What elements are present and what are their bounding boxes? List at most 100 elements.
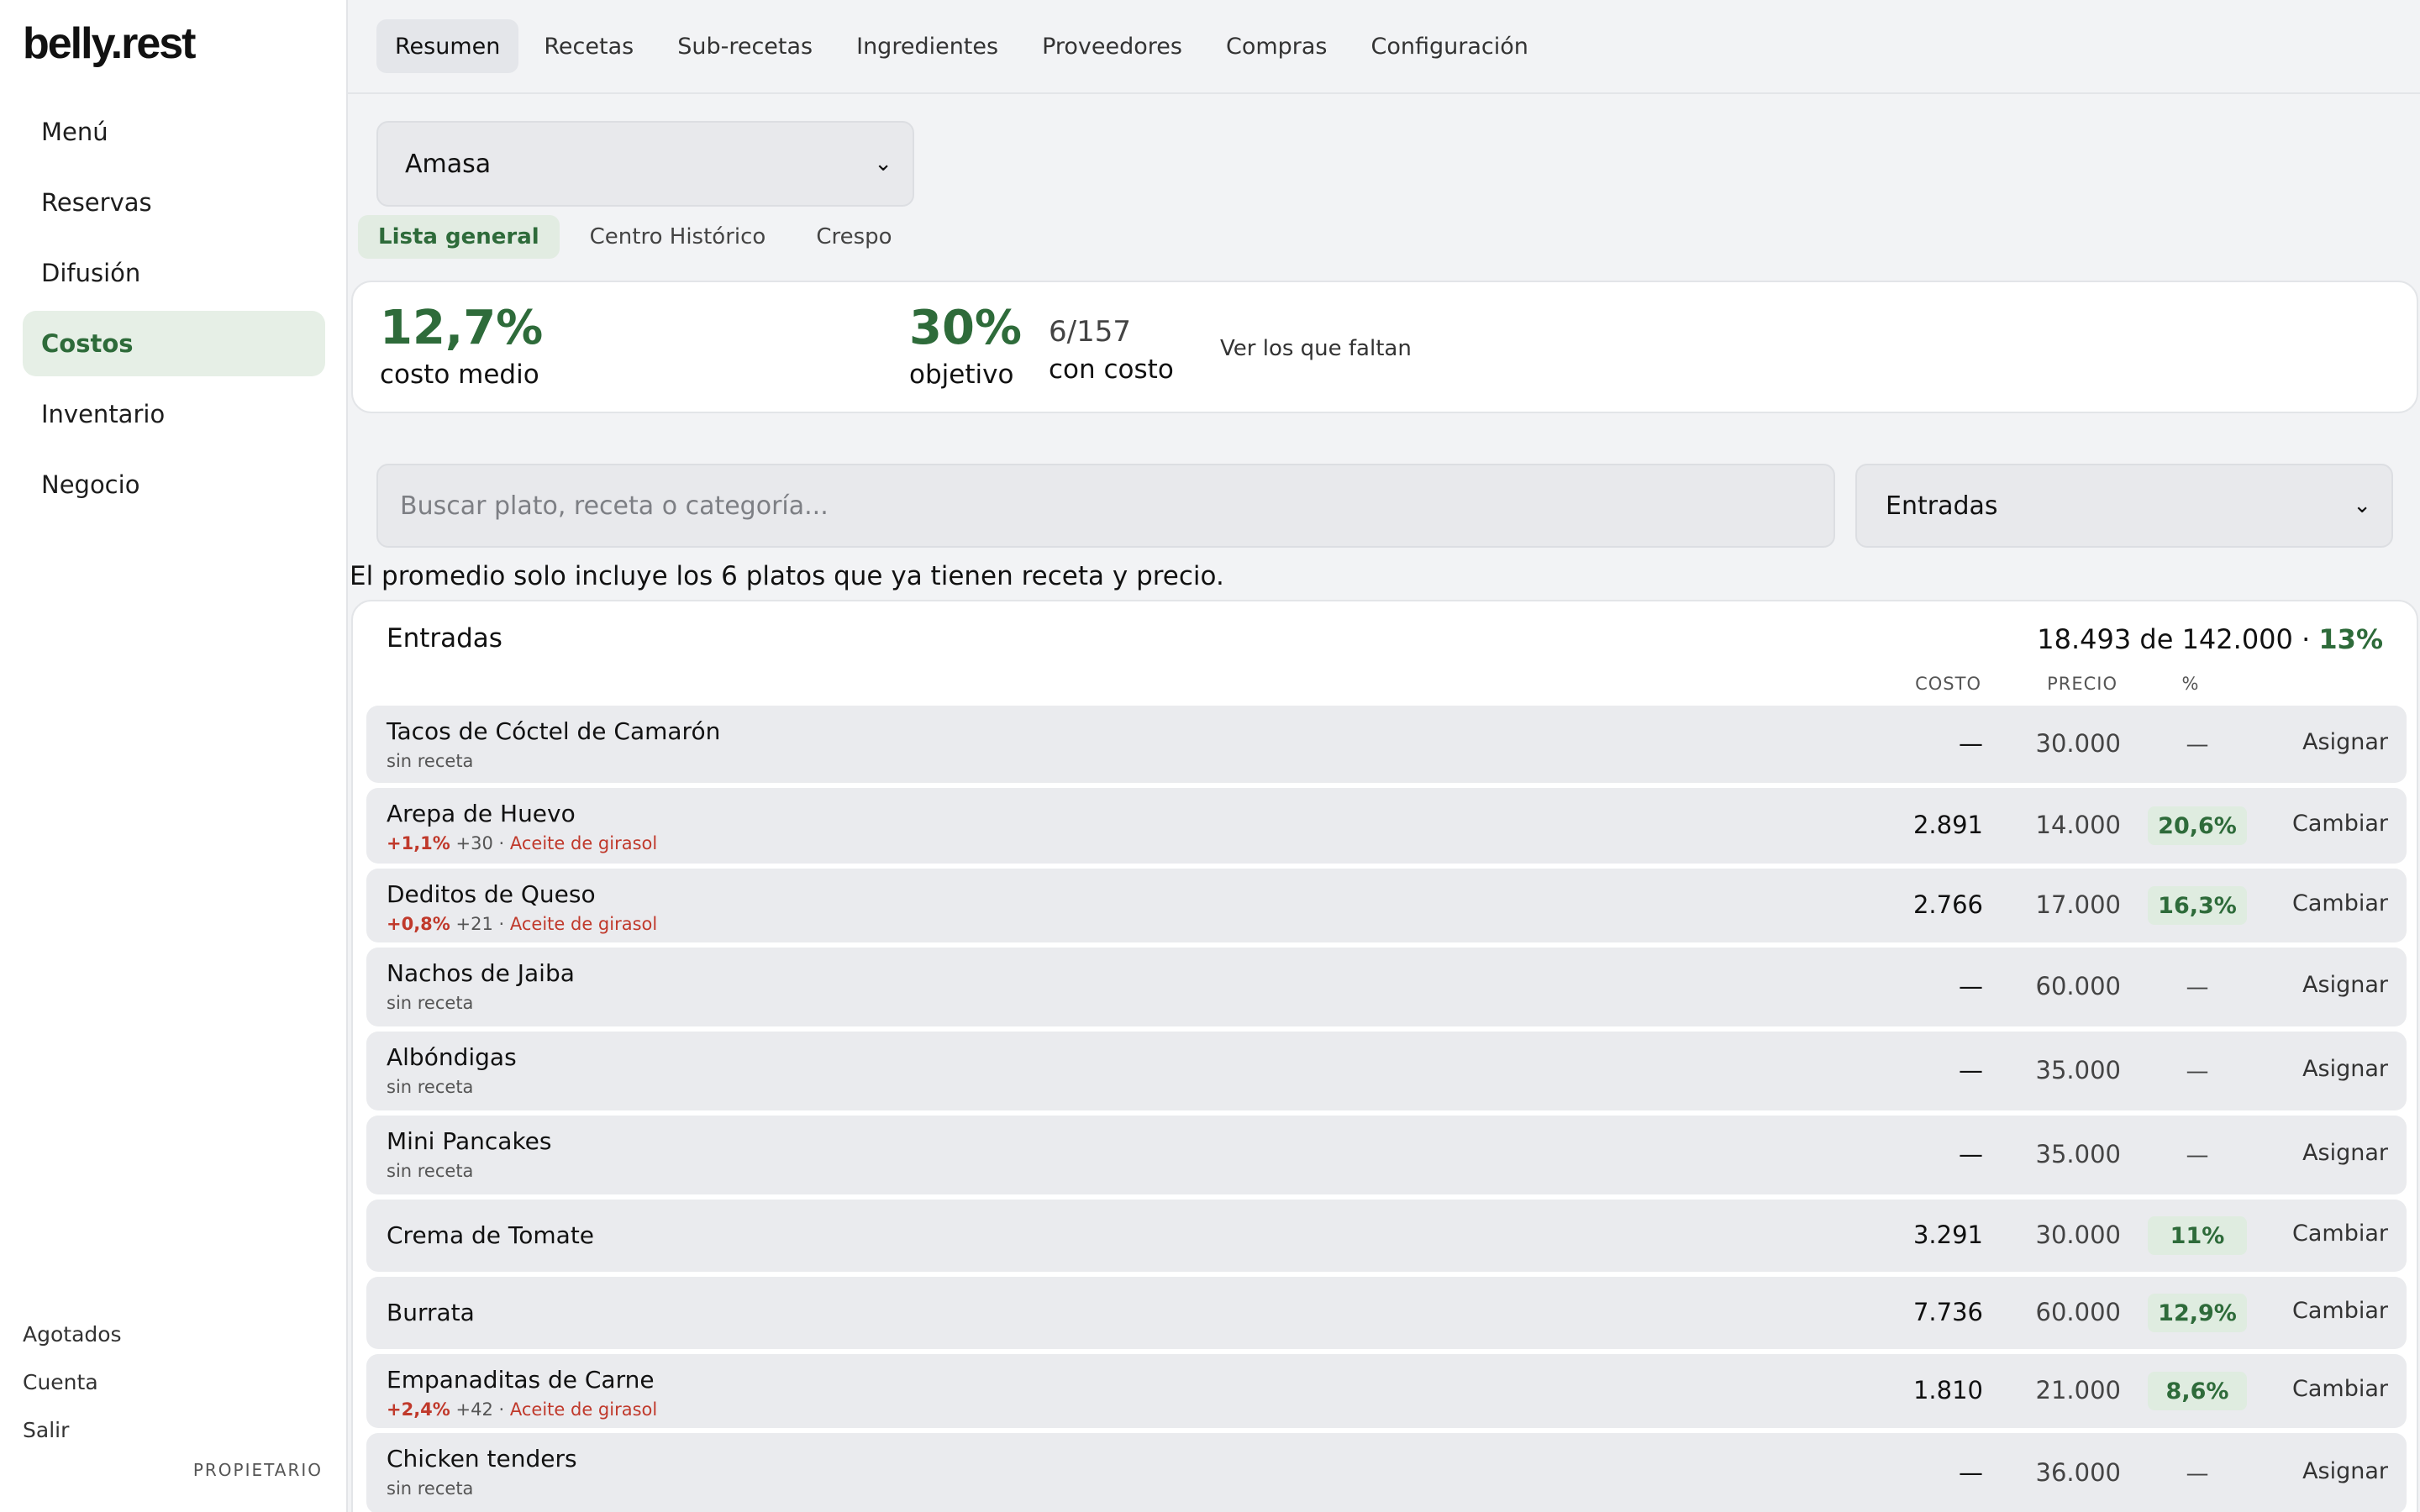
cost-change-pct: +1,1% [387, 833, 450, 853]
sidebar-link-salir[interactable]: Salir [23, 1406, 325, 1454]
dish-name: Empanaditas de Carne [387, 1366, 655, 1394]
dish-price: 17.000 [2035, 890, 2121, 919]
restaurant-select-value: Amasa [405, 149, 492, 179]
table-row: Empanaditas de Carne +2,4% +42 · Aceite d… [366, 1354, 2407, 1428]
tab-sub-recetas[interactable]: Sub-recetas [659, 19, 831, 73]
cost-change-ingredient: Aceite de girasol [509, 833, 658, 853]
stat-with-cost: 6/157 con costo [1049, 299, 1174, 386]
dish-cost: 2.891 [1912, 811, 1983, 839]
panel-total-text: 18.493 de 142.000 · [2037, 623, 2319, 655]
tab-recetas[interactable]: Recetas [525, 19, 652, 73]
subtab-crespo[interactable]: Crespo [796, 215, 912, 259]
sidebar-link-agotados[interactable]: Agotados [23, 1310, 325, 1358]
subtab-lista-general[interactable]: Lista general [358, 215, 560, 259]
search-input[interactable] [376, 464, 1835, 548]
dish-cost-pct: — [2186, 1460, 2209, 1487]
sidebar-link-cuenta[interactable]: Cuenta [23, 1358, 325, 1406]
location-tabs: Lista general Centro Histórico Crespo [358, 215, 923, 259]
tab-proveedores[interactable]: Proveedores [1023, 19, 1201, 73]
dish-price-alert: +2,4% +42 · Aceite de girasol [387, 1399, 657, 1420]
assign-recipe-button[interactable]: Asignar [2302, 972, 2388, 998]
table-row: Crema de Tomate 3.291 30.000 11% Cambiar [366, 1200, 2407, 1272]
assign-recipe-button[interactable]: Asignar [2302, 1056, 2388, 1082]
dish-price: 35.000 [2035, 1140, 2121, 1168]
change-recipe-button[interactable]: Cambiar [2292, 1298, 2388, 1324]
target-value: 30% [909, 301, 1023, 355]
restaurant-select[interactable]: Amasa ⌄ [376, 121, 914, 207]
dish-price-alert: +0,8% +21 · Aceite de girasol [387, 914, 657, 934]
missing-costs-link[interactable]: Ver los que faltan [1220, 336, 1412, 361]
change-recipe-button[interactable]: Cambiar [2292, 890, 2388, 916]
app-logo[interactable]: belly.rest [23, 18, 196, 69]
assign-recipe-button[interactable]: Asignar [2302, 1140, 2388, 1166]
dish-price: 21.000 [2035, 1376, 2121, 1404]
dish-cost-pct: 20,6% [2148, 806, 2247, 845]
dish-cost-pct: 11% [2148, 1216, 2247, 1255]
dish-price: 60.000 [2035, 1298, 2121, 1326]
col-header-pct: % [2181, 674, 2200, 694]
sidebar: belly.rest Menú Reservas Difusión Costos… [0, 0, 348, 1512]
sidebar-nav: Menú Reservas Difusión Costos Inventario… [23, 99, 325, 522]
stat-target: 30% objetivo [909, 299, 1022, 391]
main-content: Resumen Recetas Sub-recetas Ingredientes… [348, 0, 2420, 1512]
sidebar-footer: Agotados Cuenta Salir [23, 1310, 325, 1454]
stat-avg-cost: 12,7% costo medio [380, 299, 543, 391]
tab-configuracion[interactable]: Configuración [1353, 19, 1547, 73]
tab-ingredientes[interactable]: Ingredientes [838, 19, 1017, 73]
dish-cost-pct: — [2186, 1142, 2209, 1168]
sidebar-item-negocio[interactable]: Negocio [23, 452, 325, 517]
chevron-down-icon: ⌄ [874, 151, 892, 176]
dish-cost-pct: 12,9% [2148, 1294, 2247, 1332]
dish-name: Mini Pancakes [387, 1127, 552, 1155]
category-panel: Entradas 18.493 de 142.000 · 13% COSTO P… [351, 600, 2418, 1512]
dish-cost: 7.736 [1912, 1298, 1983, 1326]
dish-cost: 1.810 [1912, 1376, 1983, 1404]
with-cost-value: 6/157 [1049, 315, 1131, 349]
cost-change-delta: +30 · [450, 833, 510, 853]
sidebar-item-menu[interactable]: Menú [23, 99, 325, 165]
dish-status: sin receta [387, 1161, 474, 1181]
dish-cost: 3.291 [1912, 1221, 1983, 1249]
category-select[interactable]: Entradas ⌄ [1855, 464, 2393, 548]
dish-cost: — [1959, 729, 1983, 758]
cost-change-delta: +42 · [450, 1399, 510, 1420]
dish-cost: 2.766 [1912, 890, 1983, 919]
cost-summary-card: 12,7% costo medio 30% objetivo 6/157 con… [351, 281, 2418, 413]
dish-price: 36.000 [2035, 1458, 2121, 1487]
assign-recipe-button[interactable]: Asignar [2302, 729, 2388, 755]
dish-list: Tacos de Cóctel de Camarón sin receta — 30.… [366, 706, 2407, 1512]
sidebar-item-inventario[interactable]: Inventario [23, 381, 325, 447]
with-cost-label: con costo [1049, 354, 1174, 385]
change-recipe-button[interactable]: Cambiar [2292, 1376, 2388, 1402]
dish-cost-pct: — [2186, 731, 2209, 758]
sidebar-item-costos[interactable]: Costos [23, 311, 325, 376]
dish-name: Deditos de Queso [387, 880, 596, 908]
dish-name: Tacos de Cóctel de Camarón [387, 717, 721, 745]
dish-name: Nachos de Jaiba [387, 959, 575, 987]
assign-recipe-button[interactable]: Asignar [2302, 1458, 2388, 1484]
cost-change-pct: +0,8% [387, 914, 450, 934]
tab-compras[interactable]: Compras [1207, 19, 1346, 73]
panel-total-pct: 13% [2318, 623, 2383, 655]
avg-cost-label: costo medio [380, 360, 539, 390]
target-label: objetivo [909, 360, 1014, 390]
sidebar-item-difusion[interactable]: Difusión [23, 240, 325, 306]
col-header-price: PRECIO [2047, 674, 2118, 694]
table-row: Albóndigas sin receta — 35.000 — Asignar [366, 1032, 2407, 1110]
cost-change-ingredient: Aceite de girasol [509, 1399, 658, 1420]
change-recipe-button[interactable]: Cambiar [2292, 1221, 2388, 1247]
dish-status: sin receta [387, 1077, 474, 1097]
col-header-cost: COSTO [1915, 674, 1981, 694]
table-row: Chicken tenders sin receta — 36.000 — Asignar [366, 1433, 2407, 1512]
table-row: Nachos de Jaiba sin receta — 60.000 — Asignar [366, 948, 2407, 1026]
chevron-down-icon: ⌄ [2353, 493, 2371, 518]
dish-name: Albóndigas [387, 1043, 517, 1071]
dish-cost-pct: 8,6% [2148, 1372, 2247, 1410]
subtab-centro-historico[interactable]: Centro Histórico [570, 215, 786, 259]
dish-price: 30.000 [2035, 729, 2121, 758]
change-recipe-button[interactable]: Cambiar [2292, 811, 2388, 837]
dish-status: sin receta [387, 1478, 474, 1499]
cost-change-delta: +21 · [450, 914, 510, 934]
sidebar-item-reservas[interactable]: Reservas [23, 170, 325, 235]
tab-resumen[interactable]: Resumen [376, 19, 519, 73]
